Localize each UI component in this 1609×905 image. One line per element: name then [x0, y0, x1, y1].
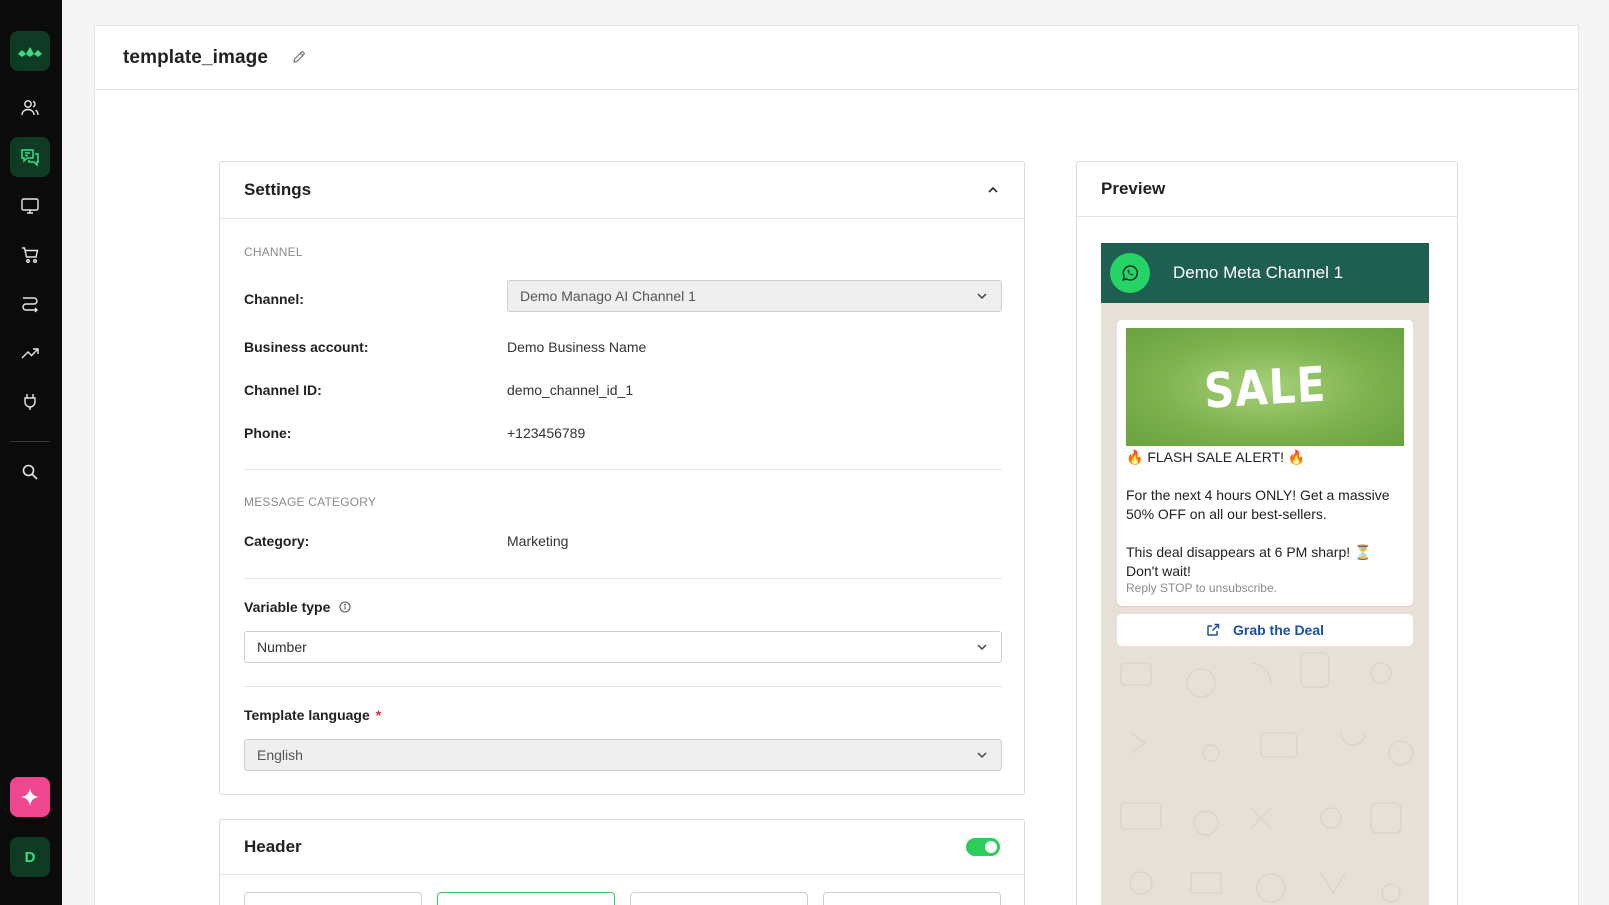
channel-id-label: Channel ID: [244, 382, 322, 398]
sparkle-icon [21, 788, 39, 806]
settings-panel: Settings CHANNEL Channel: Demo Manago AI… [219, 161, 1025, 795]
trending-icon [21, 348, 39, 359]
business-account-value: Demo Business Name [507, 339, 647, 355]
header-toggle[interactable] [966, 838, 1000, 856]
users-icon [21, 100, 39, 116]
chevron-up-icon[interactable] [986, 183, 1000, 197]
variable-type-label: Variable type [244, 599, 351, 615]
divider [244, 469, 1002, 470]
divider [244, 686, 1002, 687]
page-title: template_image [123, 46, 269, 68]
message-bubble: SALE 🔥 FLASH SALE ALERT! 🔥 For the next … [1117, 320, 1413, 606]
settings-title: Settings [244, 180, 312, 199]
message-category-label: MESSAGE CATEGORY [244, 495, 377, 509]
required-marker: * [375, 707, 382, 723]
category-value: Marketing [507, 533, 569, 549]
pencil-icon [293, 50, 305, 63]
page-header: template_image [95, 26, 1578, 90]
message-line-alert: 🔥 FLASH SALE ALERT! 🔥 [1126, 449, 1306, 465]
chat-header: Demo Meta Channel 1 [1101, 243, 1429, 303]
whatsapp-icon [1122, 265, 1139, 281]
chevron-down-icon [977, 293, 987, 300]
category-label: Category: [244, 533, 310, 549]
header-type-option[interactable] [244, 892, 422, 905]
variable-type-label-text: Variable type [244, 599, 331, 615]
sidebar-item-workflows[interactable] [10, 284, 50, 324]
chat-icon [21, 149, 39, 167]
message-line-deadline: This deal disappears at 6 PM sharp! ⏳ Do… [1126, 544, 1372, 579]
chat-channel-name: Demo Meta Channel 1 [1173, 263, 1344, 282]
flow-icon [22, 297, 38, 313]
phone-label: Phone: [244, 425, 292, 441]
preview-panel: Preview Demo Meta Channel 1 SALE 🔥 FLASH… [1076, 161, 1458, 905]
template-language-select[interactable]: English [244, 739, 1002, 771]
sidebar-item-channels[interactable] [10, 186, 50, 226]
template-language-label: Template language * [244, 707, 381, 723]
message-line-offer: For the next 4 hours ONLY! Get a massive… [1126, 487, 1390, 522]
business-account-label: Business account: [244, 339, 369, 355]
sidebar-item-search[interactable] [10, 452, 50, 492]
sidebar-item-integrations[interactable] [10, 382, 50, 422]
header-title: Header [244, 837, 302, 856]
sidebar: D [0, 0, 62, 905]
template-language-label-text: Template language [244, 707, 370, 723]
variable-type-select-value: Number [257, 639, 307, 655]
header-type-option[interactable] [823, 892, 1001, 905]
channel-select-value: Demo Manago AI Channel 1 [520, 288, 696, 304]
chevron-down-icon [977, 752, 987, 759]
preview-header: Preview [1077, 162, 1457, 217]
sidebar-item-analytics[interactable] [10, 333, 50, 373]
ai-assistant-button[interactable] [10, 777, 50, 817]
template-language-select-value: English [257, 747, 303, 763]
logo-icon [18, 47, 42, 57]
user-avatar[interactable]: D [10, 837, 50, 877]
channel-id-value: demo_channel_id_1 [507, 382, 634, 398]
header-type-option-selected[interactable] [437, 892, 615, 905]
sidebar-item-conversations[interactable] [10, 137, 50, 177]
sidebar-divider [10, 441, 50, 442]
plug-icon [24, 394, 36, 410]
channel-label: Channel: [244, 291, 304, 307]
header-panel-header: Header [220, 820, 1024, 875]
header-type-option[interactable] [630, 892, 808, 905]
preview-title: Preview [1101, 179, 1166, 198]
settings-panel-header[interactable]: Settings [220, 162, 1024, 219]
chevron-down-icon [977, 644, 987, 651]
grab-the-deal-button[interactable]: Grab the Deal [1117, 614, 1413, 646]
monitor-icon [21, 198, 39, 214]
variable-type-select[interactable]: Number [244, 631, 1002, 663]
sale-image-text: SALE [1202, 355, 1328, 419]
sidebar-item-commerce[interactable] [10, 235, 50, 275]
external-link-icon [1207, 623, 1220, 636]
cart-icon [22, 247, 39, 263]
divider [244, 578, 1002, 579]
edit-title-button[interactable] [292, 50, 308, 66]
phone-value: +123456789 [507, 425, 586, 441]
channel-section-label: CHANNEL [244, 245, 303, 259]
cta-label: Grab the Deal [1232, 622, 1325, 638]
whatsapp-avatar [1110, 253, 1150, 293]
header-panel: Header [219, 819, 1025, 905]
header-image: SALE [1126, 328, 1404, 446]
sidebar-item-contacts[interactable] [10, 88, 50, 128]
channel-select[interactable]: Demo Manago AI Channel 1 [507, 280, 1002, 312]
info-icon[interactable] [339, 601, 351, 613]
app-logo[interactable] [10, 31, 50, 71]
whatsapp-preview: Demo Meta Channel 1 SALE 🔥 FLASH SALE AL… [1101, 243, 1429, 905]
search-icon [22, 464, 38, 480]
message-footer: Reply STOP to unsubscribe. [1126, 581, 1277, 595]
